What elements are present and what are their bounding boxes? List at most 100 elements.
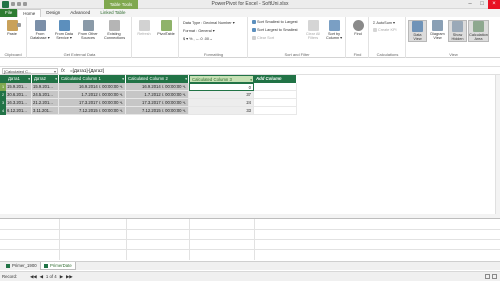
add-column-header[interactable]: Add Column — [254, 75, 297, 83]
sort-asc-icon — [252, 20, 256, 24]
add-column-cell[interactable] — [254, 83, 297, 91]
kpi-icon — [373, 28, 377, 32]
table-cell[interactable]: 17.3.2017 г. 00:00:00 ч. — [126, 99, 189, 107]
column-header-calc2[interactable]: Calculated Column 2 ▾ — [126, 75, 189, 83]
chevron-down-icon[interactable]: ▾ — [55, 75, 57, 83]
tab-file[interactable]: File — [0, 9, 18, 17]
calculations-group-label: Calculations — [376, 52, 399, 57]
sigma-icon: Σ — [373, 20, 376, 25]
formula-input[interactable]: =[Дата1]-[Дата2] — [70, 68, 104, 74]
status-bar: Record: ◀◀ ◀ 1 of 4 ▶ ▶▶ — [0, 271, 500, 281]
next-record-button[interactable]: ▶ — [60, 274, 63, 280]
copy-icon — [17, 23, 21, 27]
calc-gridline — [126, 219, 127, 260]
diagram-view-small-icon[interactable] — [492, 274, 497, 279]
number-format-buttons[interactable]: $ ▾ % , ←.0 .00→ — [183, 36, 213, 41]
clear-sort-button[interactable]: Clear Sort — [252, 36, 274, 40]
table-cell[interactable]: 16.9.2014 г. 00:00:00 ч. — [59, 83, 126, 91]
chevron-down-icon[interactable]: ▾ — [54, 69, 56, 74]
sort-descending-button[interactable]: Sort Largest to Smallest — [252, 28, 298, 32]
calc-gridline — [0, 249, 500, 250]
table-cell[interactable]: 7.12.2015 г. 00:00:00 ч. — [59, 107, 126, 115]
ribbon-tabs: File Home Design Advanced Linked Table — [0, 9, 500, 17]
tab-design[interactable]: Design — [41, 9, 65, 17]
format-dropdown[interactable]: Format : General ▾ — [183, 28, 215, 33]
add-column-cell[interactable] — [254, 107, 297, 115]
autosum-button[interactable]: Σ AutoSum ▾ — [373, 20, 395, 26]
chevron-down-icon[interactable]: ▾ — [122, 75, 124, 83]
table-cell[interactable]: 30.6.201... — [6, 91, 32, 99]
from-database-button[interactable]: From Database ▾ — [30, 20, 50, 40]
clear-sort-icon — [252, 36, 256, 40]
add-column-cell[interactable] — [254, 91, 297, 99]
table-cell[interactable]: 1.7.2012 г. 00:00:00 ч. — [59, 91, 126, 99]
create-kpi-button[interactable]: Create KPI — [373, 28, 397, 32]
sort-by-column-button[interactable]: Sort by Column ▾ — [324, 20, 344, 40]
refresh-button[interactable]: Refresh — [134, 20, 154, 36]
calc-gridline — [254, 219, 255, 260]
from-other-sources-button[interactable]: From Other Sources — [78, 20, 98, 40]
table-cell[interactable]: 7.12.2015 г. 00:00:00 ч. — [126, 107, 189, 115]
maximize-button[interactable]: □ — [476, 0, 488, 9]
fx-icon: fx — [61, 68, 65, 74]
table-cell[interactable]: 1.7.2012 г. 00:00:00 ч. — [126, 91, 189, 99]
name-box[interactable]: [Calculated C... ▾ — [2, 68, 58, 74]
existing-connections-button[interactable]: Existing Connections — [104, 20, 125, 40]
sort-ascending-button[interactable]: Sort Smallest to Largest — [252, 20, 298, 24]
close-button[interactable]: × — [488, 0, 500, 9]
from-data-service-button[interactable]: From Data Service ▾ — [54, 20, 74, 40]
table-cell[interactable]: 24 — [189, 99, 254, 107]
table-cell[interactable]: 37 — [189, 91, 254, 99]
grid-view-icon[interactable] — [485, 274, 490, 279]
minimize-button[interactable]: – — [464, 0, 476, 9]
data-view-button[interactable]: Data View — [408, 20, 427, 43]
table-cell[interactable]: 17.3.2017 г. 00:00:00 ч. — [59, 99, 126, 107]
data-type-dropdown[interactable]: Data Type : Decimal Number ▾ — [183, 20, 235, 25]
active-cell[interactable]: 0 — [189, 83, 254, 91]
last-record-button[interactable]: ▶▶ — [66, 274, 73, 280]
table-cell[interactable]: 16.9.2014 г. 00:00:00 ч. — [126, 83, 189, 91]
tab-linked-table[interactable]: Linked Table — [95, 9, 130, 17]
show-hidden-button[interactable]: Show Hidden — [448, 20, 467, 43]
calculation-area-button[interactable]: Calculation Area — [468, 20, 489, 43]
table-cell[interactable]: 21.2.201... — [32, 99, 59, 107]
table-cell[interactable]: 33 — [189, 107, 254, 115]
chevron-down-icon[interactable]: ▾ — [185, 75, 187, 83]
view-group-label: View — [449, 52, 458, 57]
copy-button[interactable] — [17, 23, 21, 27]
vertical-scrollbar[interactable] — [495, 75, 500, 215]
calculation-area[interactable] — [0, 218, 500, 260]
table-cell[interactable]: 24.5.201... — [32, 91, 59, 99]
prev-record-button[interactable]: ◀ — [40, 274, 43, 280]
record-label: Record: — [2, 274, 18, 279]
column-header-calc3[interactable]: Calculated Column 3 ▾ — [189, 75, 254, 83]
calc-gridline — [59, 219, 60, 260]
clipboard-group: Paste Clipboard — [0, 17, 27, 58]
external-data-group: From Database ▾ From Data Service ▾ From… — [28, 17, 132, 58]
external-data-group-label: Get External Data — [63, 52, 96, 57]
table-cell[interactable]: 15.9.201... — [6, 83, 32, 91]
tab-advanced[interactable]: Advanced — [65, 9, 95, 17]
find-button[interactable]: Find — [348, 20, 368, 36]
table-cell[interactable]: 6.12.201... — [6, 107, 32, 115]
column-header-calc1[interactable]: Calculated Column 1 ▾ — [59, 75, 126, 83]
data-service-icon — [58, 20, 70, 31]
tab-home[interactable]: Home — [17, 9, 42, 17]
sheet-tab-primer-1900[interactable]: Primer_1900 — [3, 262, 40, 270]
clear-all-filters-button[interactable]: Clear All Filters — [304, 20, 322, 40]
table-cell[interactable]: 3.11.201... — [32, 107, 59, 115]
diagram-view-button[interactable]: Diagram View — [428, 20, 447, 40]
column-header-date2[interactable]: Дата2 ▾ — [32, 75, 59, 83]
chevron-down-icon[interactable]: ▾ — [250, 76, 252, 82]
table-cell[interactable]: 16.3.201... — [6, 99, 32, 107]
add-column-cell[interactable] — [254, 99, 297, 107]
title-bar: PowerPivot for Excel - SoftUni.xlsx Tabl… — [0, 0, 500, 9]
diagram-view-icon — [432, 20, 443, 31]
column-header-date1[interactable]: Дата1 ▾ — [6, 75, 32, 83]
data-grid: Дата1 ▾ Дата2 ▾ Calculated Column 1 ▾ Calcu… — [0, 75, 500, 215]
first-record-button[interactable]: ◀◀ — [30, 274, 37, 280]
chevron-down-icon[interactable]: ▾ — [28, 75, 30, 83]
sheet-tab-primerdate[interactable]: PrimerDate — [40, 262, 76, 270]
pivottable-button[interactable]: PivotTable — [156, 20, 176, 36]
table-cell[interactable]: 15.9.201... — [32, 83, 59, 91]
